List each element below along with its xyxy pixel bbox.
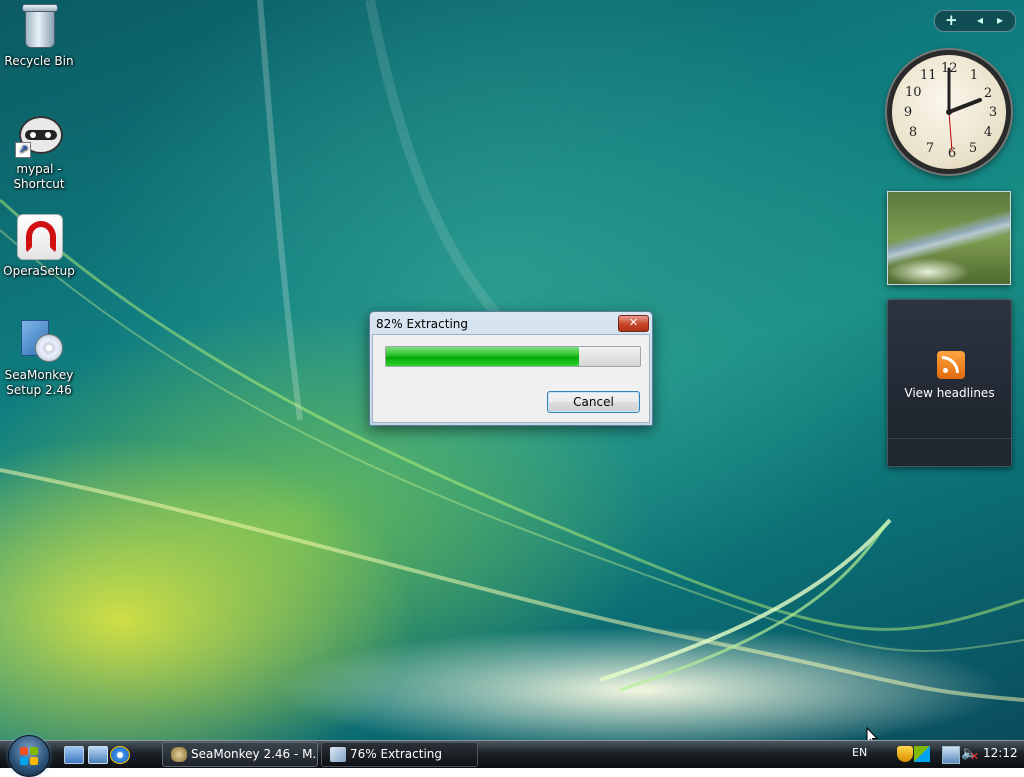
taskbar-item-extracting[interactable]: 76% Extracting — [321, 742, 478, 767]
gadget-toolbar: + ◂ ▸ — [934, 10, 1016, 32]
desktop-icon-label: OperaSetup — [3, 264, 75, 278]
close-button[interactable]: ✕ — [618, 315, 649, 332]
language-indicator[interactable]: EN — [852, 746, 867, 759]
previous-gadget-page-button[interactable]: ◂ — [977, 13, 983, 27]
desktop-icon-label: Shortcut — [13, 177, 65, 191]
desktop-icon-label: Setup 2.46 — [6, 383, 72, 397]
desktop-icon-seamonkey-setup[interactable]: SeaMonkey Setup 2.46 — [0, 316, 78, 398]
network-icon[interactable] — [942, 746, 960, 764]
switch-windows-icon[interactable] — [88, 746, 108, 764]
slideshow-gadget[interactable] — [887, 191, 1011, 285]
windows-flag-icon — [20, 747, 38, 765]
desktop-icon-recycle-bin[interactable]: Recycle Bin — [0, 2, 78, 69]
extracting-icon — [330, 747, 346, 762]
dialog-client-area: Cancel — [372, 334, 650, 423]
desktop: Recycle Bin ↗ mypal - Shortcut OperaSetu… — [0, 0, 1024, 740]
add-gadget-button[interactable]: + — [945, 11, 958, 29]
taskbar-item-seamonkey[interactable]: SeaMonkey 2.46 - M... — [162, 742, 318, 767]
taskbar-clock[interactable]: 12:12 — [983, 746, 1018, 760]
taskbar: SeaMonkey 2.46 - M... 76% Extracting EN … — [0, 735, 1024, 777]
desktop-icon-mypal-shortcut[interactable]: ↗ mypal - Shortcut — [0, 110, 78, 192]
next-gadget-page-button[interactable]: ▸ — [997, 13, 1003, 27]
opera-installer-icon — [15, 212, 63, 260]
shortcut-arrow-icon: ↗ — [15, 142, 31, 158]
desktop-icon-opera-setup[interactable]: OperaSetup — [0, 212, 78, 279]
volume-muted-icon[interactable]: 🔈 ✕ — [961, 746, 979, 763]
desktop-icon-label: SeaMonkey — [4, 368, 74, 382]
progress-fill — [386, 347, 580, 366]
mypal-raccoon-icon: ↗ — [15, 110, 63, 158]
seamonkey-setup-icon — [15, 316, 63, 364]
internet-explorer-icon[interactable] — [110, 746, 130, 764]
taskbar-item-label: SeaMonkey 2.46 - M... — [191, 747, 318, 761]
start-button[interactable] — [8, 735, 50, 777]
desktop-icon-label: mypal - — [16, 162, 62, 176]
rss-feed-icon — [937, 351, 965, 379]
taskbar-item-label: 76% Extracting — [350, 747, 443, 761]
dialog-title: 82% Extracting — [376, 317, 469, 331]
feed-gadget-footer — [888, 438, 1011, 466]
cancel-button[interactable]: Cancel — [547, 391, 640, 413]
mouse-pointer-icon — [866, 727, 878, 740]
extraction-progress-bar — [385, 346, 641, 367]
clock-gadget[interactable]: 12 1 2 3 4 5 6 7 8 9 10 11 — [887, 50, 1011, 174]
recycle-bin-icon — [15, 2, 63, 50]
extracting-dialog: 82% Extracting ✕ Cancel — [369, 311, 653, 426]
show-desktop-icon[interactable] — [64, 746, 84, 764]
security-shield-icon[interactable] — [897, 746, 913, 762]
view-headlines-link[interactable]: View headlines — [888, 386, 1011, 400]
windows-defender-icon[interactable] — [914, 746, 930, 762]
clock-hands — [946, 67, 982, 152]
desktop-icon-label: Recycle Bin — [4, 54, 74, 68]
seamonkey-icon — [171, 747, 187, 762]
feed-headlines-gadget[interactable]: View headlines — [887, 299, 1012, 467]
